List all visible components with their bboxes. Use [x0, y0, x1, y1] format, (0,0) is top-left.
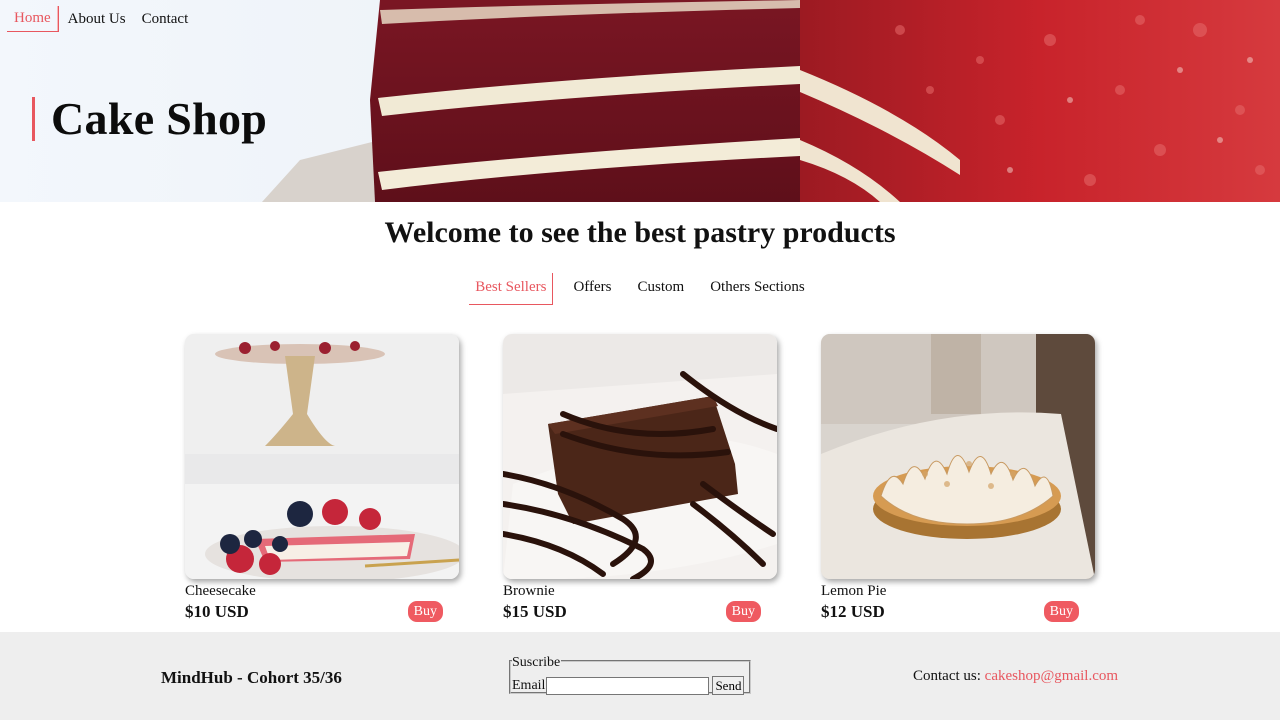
- product-row: $12 USD Buy: [821, 601, 1095, 622]
- footer-contact: Contact us: cakeshop@gmail.com: [913, 668, 1118, 685]
- product-image[interactable]: [185, 334, 459, 579]
- tab-best-sellers[interactable]: Best Sellers: [469, 273, 554, 305]
- buy-button[interactable]: Buy: [725, 601, 761, 622]
- product-price: $10 USD: [185, 601, 249, 621]
- tab-others-sections[interactable]: Others Sections: [704, 273, 811, 305]
- nav-about-us[interactable]: About Us: [61, 7, 133, 32]
- nav-home[interactable]: Home: [7, 6, 59, 32]
- product-row: $10 USD Buy: [185, 601, 459, 622]
- product-list: Cheesecake $10 USD Buy Brownie $15 USD B…: [185, 334, 1095, 622]
- site-title: Cake Shop: [51, 93, 268, 144]
- product-name: Brownie: [503, 583, 555, 599]
- subscribe-legend: Suscribe: [512, 655, 562, 670]
- hero-banner: Home About Us Contact Cake Shop: [0, 0, 1280, 202]
- buy-button[interactable]: Buy: [407, 601, 443, 622]
- product-card: Brownie $15 USD Buy: [503, 334, 777, 622]
- section-tabs: Best Sellers Offers Custom Others Sectio…: [0, 273, 1280, 305]
- tab-offers[interactable]: Offers: [567, 273, 617, 305]
- email-label: Email: [512, 677, 546, 693]
- subscribe-row: Email Send: [512, 676, 745, 695]
- product-price: $12 USD: [821, 601, 885, 621]
- nav-contact[interactable]: Contact: [135, 7, 196, 32]
- lemon-pie-photo: [821, 334, 1095, 579]
- product-row: $15 USD Buy: [503, 601, 777, 622]
- product-card: Lemon Pie $12 USD Buy: [821, 334, 1095, 622]
- product-image[interactable]: [821, 334, 1095, 579]
- contact-label: Contact us:: [913, 668, 981, 684]
- product-image[interactable]: [503, 334, 777, 579]
- footer: MindHub - Cohort 35/36 Suscribe Email Se…: [0, 632, 1280, 720]
- email-field[interactable]: [546, 676, 710, 695]
- top-nav: Home About Us Contact: [7, 6, 197, 32]
- footer-brand: MindHub - Cohort 35/36: [161, 668, 342, 687]
- contact-email-link[interactable]: cakeshop@gmail.com: [985, 668, 1118, 684]
- buy-button[interactable]: Buy: [1043, 601, 1079, 622]
- brand-accent-bar: [32, 96, 35, 141]
- brownie-photo: [503, 334, 777, 579]
- brand: Cake Shop: [32, 92, 267, 145]
- welcome-heading: Welcome to see the best pastry products: [384, 216, 896, 249]
- subscribe-form: Suscribe Email Send: [509, 656, 751, 695]
- send-button[interactable]: Send: [712, 676, 745, 695]
- product-card: Cheesecake $10 USD Buy: [185, 334, 459, 622]
- tab-custom[interactable]: Custom: [632, 273, 691, 305]
- cheesecake-photo: [185, 334, 459, 579]
- product-name: Lemon Pie: [821, 583, 887, 599]
- product-name: Cheesecake: [185, 583, 256, 599]
- product-price: $15 USD: [503, 601, 567, 621]
